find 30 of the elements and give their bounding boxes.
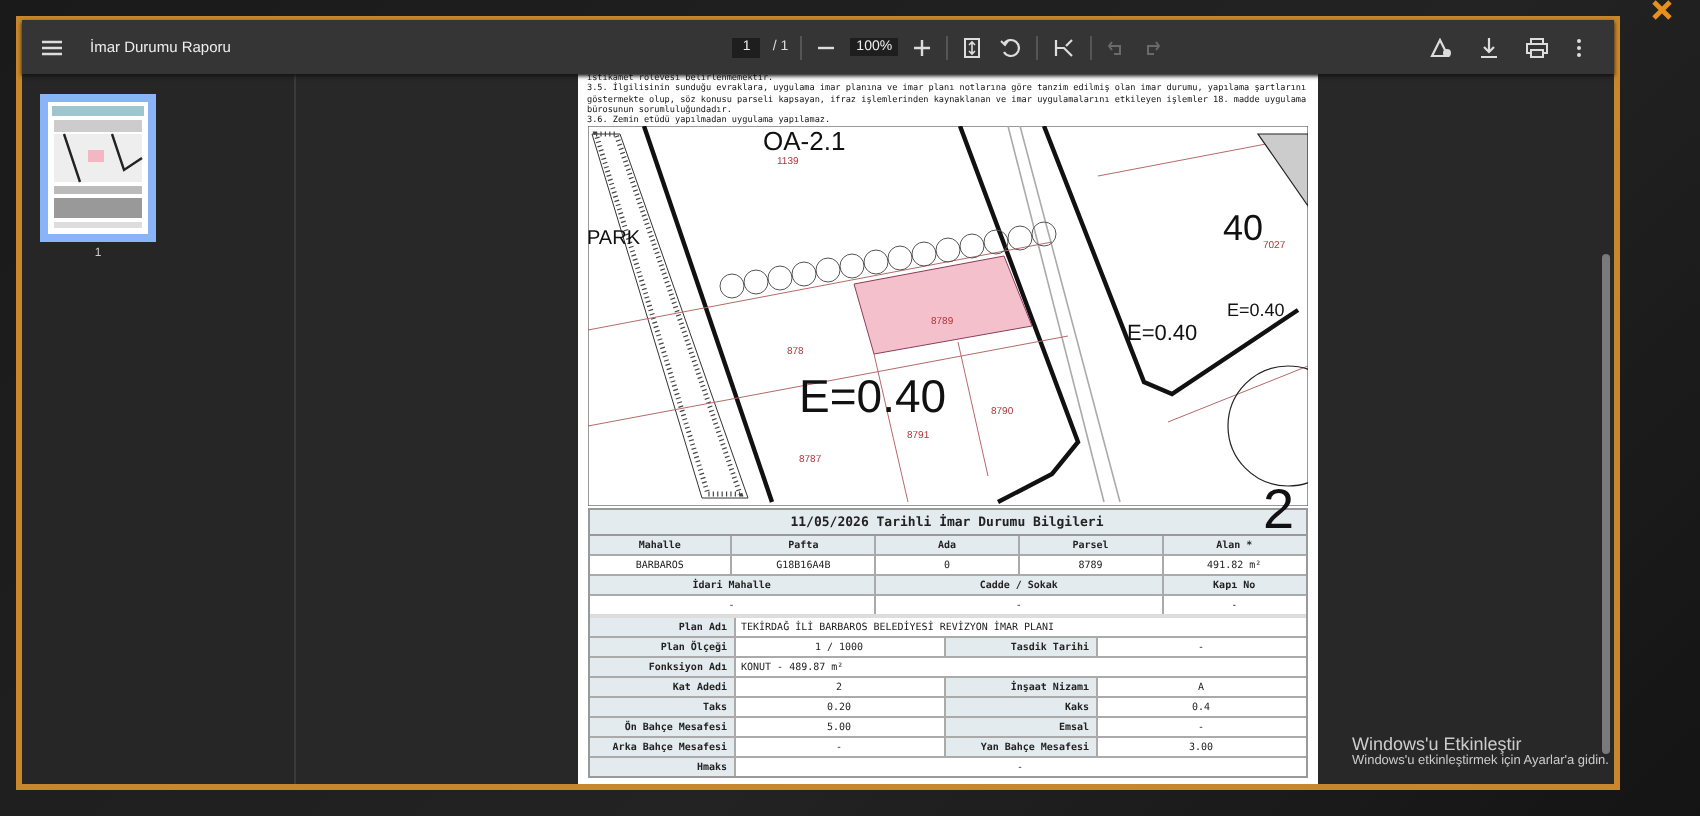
- map-label: OA-2.1: [763, 128, 846, 155]
- menu-button[interactable]: [38, 35, 66, 59]
- map-label: 40: [1223, 210, 1264, 247]
- rotate-icon: [1000, 37, 1021, 57]
- more-icon: [1576, 37, 1582, 57]
- annotate-button[interactable]: [1050, 33, 1079, 61]
- map-label: E=0.40: [1127, 324, 1198, 347]
- plus-icon: [914, 39, 931, 55]
- shapes-icon: [1430, 37, 1452, 57]
- thumbnail-drawing: [48, 102, 148, 234]
- map-label: E=0.40: [799, 374, 947, 421]
- print-button[interactable]: [1522, 33, 1552, 61]
- close-icon[interactable]: [1652, 0, 1672, 20]
- menu-icon: [42, 39, 62, 55]
- download-icon: [1480, 37, 1498, 57]
- cursor-icon: [1054, 37, 1075, 57]
- undo-icon: [1108, 39, 1125, 55]
- fit-page-button[interactable]: [960, 33, 985, 61]
- zoom-in-button[interactable]: [910, 35, 935, 59]
- page-thumbnail[interactable]: [40, 94, 156, 242]
- map-label: PARK: [587, 230, 640, 251]
- redo-icon: [1144, 39, 1161, 55]
- fit-page-icon: [964, 37, 981, 57]
- print-icon: [1526, 37, 1548, 57]
- more-button[interactable]: [1572, 33, 1586, 61]
- rotate-button[interactable]: [996, 33, 1025, 61]
- download-button[interactable]: [1476, 33, 1502, 61]
- activation-title: Windows'u Etkinleştir: [1352, 734, 1524, 754]
- annotation-button[interactable]: [1426, 33, 1456, 61]
- map-label: E=0.40: [1227, 302, 1285, 321]
